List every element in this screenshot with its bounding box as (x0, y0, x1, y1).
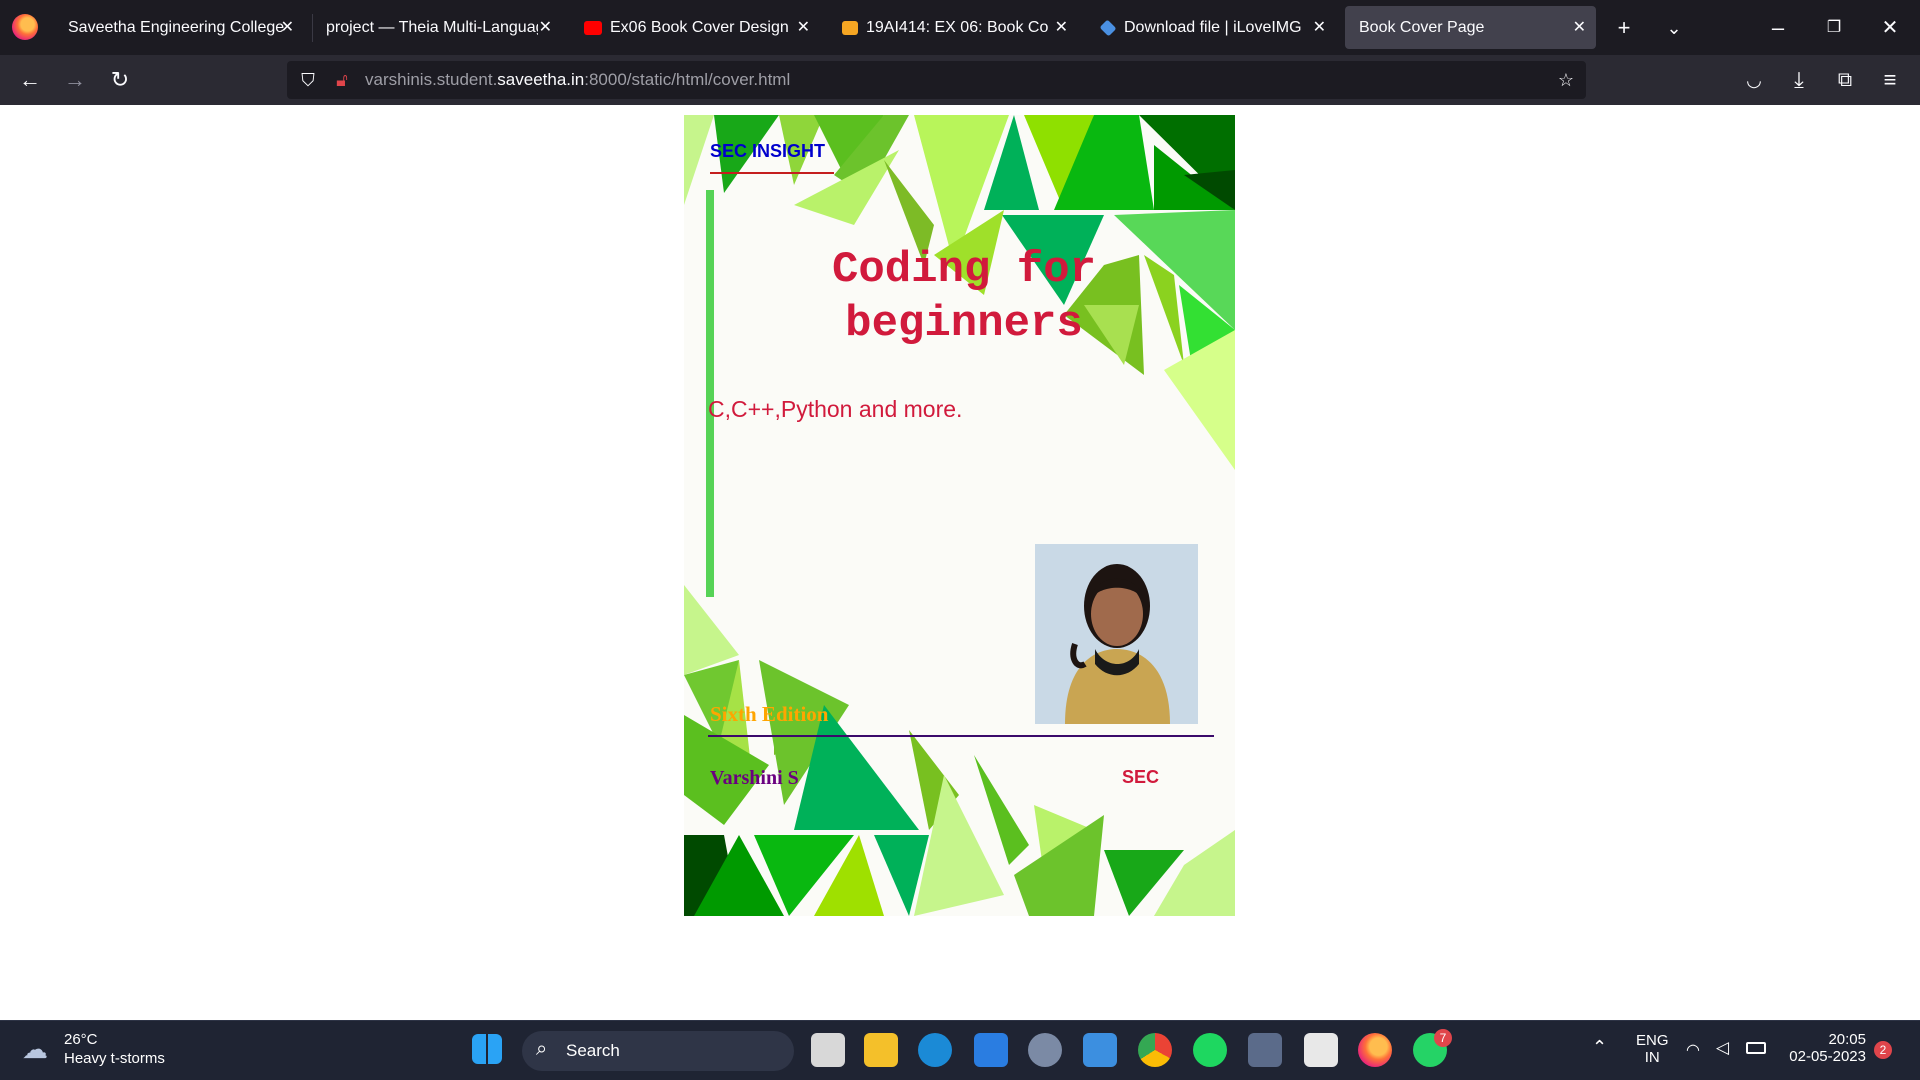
region-code: IN (1644, 1049, 1660, 1066)
whatsapp-badge: 7 (1434, 1029, 1452, 1047)
file-explorer-icon[interactable] (864, 1033, 898, 1067)
moodle-icon (842, 20, 858, 35)
firefox-icon[interactable] (1358, 1033, 1392, 1067)
url-suffix: :8000/static/html/cover.html (584, 70, 791, 89)
search-label: Search (566, 1041, 620, 1060)
show-hidden-icons-icon[interactable]: ⌃ (1592, 1037, 1607, 1058)
calculator-icon[interactable] (1248, 1033, 1282, 1067)
page-viewport: SEC INSIGHT Coding for beginners C,C++,P… (0, 105, 1920, 1020)
tab-book-cover[interactable]: Book Cover Page ✕ (1345, 6, 1596, 49)
tab-youtube[interactable]: Ex06 Book Cover Design - Yo ✕ (570, 6, 820, 49)
volume-icon[interactable]: ◁ (1716, 1038, 1729, 1058)
url-domain: saveetha.in (497, 70, 585, 89)
clock-date: 02-05-2023 (1789, 1048, 1866, 1065)
close-icon[interactable]: ✕ (1313, 6, 1326, 49)
triangle-pattern-decoration (684, 115, 1235, 916)
edition-divider (708, 735, 1214, 737)
taskbar-search[interactable]: ⌕ Search (522, 1031, 794, 1071)
wifi-icon[interactable]: ◠ (1686, 1040, 1700, 1060)
author-portrait-image (1035, 544, 1198, 724)
document-editor-icon[interactable] (1304, 1033, 1338, 1067)
notification-badge[interactable]: 2 (1874, 1041, 1892, 1059)
navigation-bar: ← → ↻ ⛉ 🔓︎ varshinis.student.saveetha.in… (0, 55, 1920, 105)
close-icon[interactable]: ✕ (539, 6, 552, 49)
pocket-icon[interactable]: ◡ (1738, 64, 1770, 96)
close-icon[interactable]: ✕ (1573, 6, 1586, 49)
tab-label: Saveetha Engineering College (68, 19, 285, 36)
edge-icon[interactable] (918, 1033, 952, 1067)
reload-icon[interactable]: ↻ (104, 64, 136, 96)
notepad-icon[interactable] (1083, 1033, 1117, 1067)
back-icon[interactable]: ← (14, 64, 46, 96)
extensions-icon[interactable]: ⧉ (1829, 64, 1861, 96)
edition-label: Sixth Edition (710, 702, 829, 726)
bookmark-star-icon[interactable]: ☆ (1553, 67, 1579, 93)
minimize-icon[interactable]: – (1762, 12, 1794, 44)
tab-label: Ex06 Book Cover Design - Yo (610, 19, 790, 36)
heart-icon (1099, 19, 1117, 37)
weather-description: Heavy t-storms (64, 1050, 165, 1067)
clock[interactable]: 20:05 02-05-2023 (1788, 1031, 1866, 1065)
task-view-icon[interactable] (811, 1033, 845, 1067)
tab-label: Book Cover Page (1359, 19, 1485, 36)
language-indicator[interactable]: ENG IN (1636, 1032, 1669, 1066)
close-window-icon[interactable]: ✕ (1874, 12, 1906, 44)
insecure-lock-icon[interactable]: 🔓︎ (329, 67, 355, 93)
windows-start-icon[interactable] (472, 1034, 502, 1064)
url-text[interactable]: varshinis.student.saveetha.in:8000/stati… (365, 61, 790, 99)
clock-time: 20:05 (1828, 1031, 1866, 1048)
close-icon[interactable]: ✕ (797, 6, 810, 49)
tab-bar: Saveetha Engineering College ✕ project —… (0, 0, 1920, 55)
download-icon[interactable]: ⤓ (1783, 64, 1815, 96)
tab-label: 19AI414: EX 06: Book Cover P (866, 19, 1048, 36)
tab-label: project — Theia Multi-Language (326, 19, 538, 36)
book-subtitle: C,C++,Python and more. (708, 396, 963, 422)
tab-ex06[interactable]: 19AI414: EX 06: Book Cover P ✕ (828, 6, 1078, 49)
search-icon: ⌕ (536, 1038, 548, 1060)
windows-taskbar: ☁ 26°C Heavy t-storms ⌕ Search 7 ⌃ ENG I… (0, 1020, 1920, 1080)
chrome-icon[interactable] (1138, 1033, 1172, 1067)
url-bar[interactable]: ⛉ 🔓︎ varshinis.student.saveetha.in:8000/… (287, 61, 1586, 99)
shield-icon[interactable]: ⛉ (295, 67, 321, 93)
battery-icon[interactable] (1746, 1042, 1766, 1054)
book-cover: SEC INSIGHT Coding for beginners C,C++,P… (684, 115, 1235, 916)
url-prefix: varshinis.student. (365, 70, 498, 89)
author-name: Varshini S (710, 767, 799, 789)
settings-gear-icon[interactable] (1028, 1033, 1062, 1067)
brand-underline (710, 172, 834, 174)
menu-icon[interactable]: ≡ (1874, 64, 1906, 96)
youtube-icon (584, 20, 602, 35)
thunderstorm-icon: ☁ (22, 1034, 48, 1064)
brand-name: SEC INSIGHT (710, 141, 826, 161)
forward-icon[interactable]: → (59, 64, 91, 96)
tab-saveetha[interactable]: Saveetha Engineering College ✕ (54, 6, 304, 49)
spotify-icon[interactable] (1193, 1033, 1227, 1067)
calendar-icon[interactable] (974, 1033, 1008, 1067)
tab-iloveimg[interactable]: Download file | iLoveIMG ✕ (1086, 6, 1336, 49)
book-title: Coding for beginners (831, 245, 1097, 349)
restore-icon[interactable]: ❐ (1818, 12, 1850, 44)
list-tabs-icon[interactable]: ⌄ (1658, 12, 1690, 44)
tab-label: Download file | iLoveIMG (1124, 19, 1302, 36)
publisher-name: SEC (1122, 767, 1160, 787)
close-icon[interactable]: ✕ (281, 6, 294, 49)
author-photo (1035, 544, 1198, 724)
language-code: ENG (1636, 1032, 1669, 1049)
tab-theia[interactable]: project — Theia Multi-Language ✕ (312, 6, 562, 49)
firefox-menu-icon[interactable] (12, 14, 38, 40)
side-accent-bar (706, 190, 714, 597)
close-icon[interactable]: ✕ (1055, 6, 1068, 49)
new-tab-icon[interactable]: + (1608, 12, 1640, 44)
weather-temperature: 26°C (64, 1031, 98, 1048)
